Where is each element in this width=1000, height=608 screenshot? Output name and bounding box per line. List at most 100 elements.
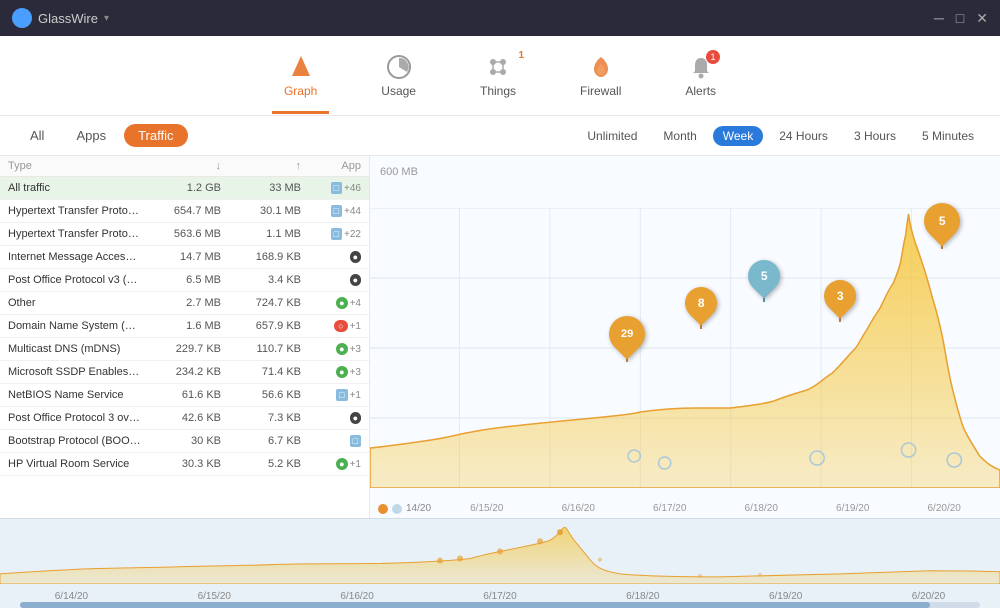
row-down: 14.7 MB bbox=[141, 251, 221, 263]
things-icon bbox=[485, 54, 511, 80]
row-app: □ +1 bbox=[301, 389, 361, 401]
row-up: 33 MB bbox=[221, 182, 301, 194]
table-row[interactable]: Hypertext Transfer Protocol over SSL/T..… bbox=[0, 200, 369, 223]
row-up: 1.1 MB bbox=[221, 228, 301, 240]
row-up: 30.1 MB bbox=[221, 205, 301, 217]
row-type: Microsoft SSDP Enables discovery of U... bbox=[8, 366, 141, 378]
nav-graph[interactable]: Graph bbox=[272, 46, 329, 106]
close-button[interactable]: ✕ bbox=[976, 10, 988, 27]
row-up: 110.7 KB bbox=[221, 343, 301, 355]
maximize-button[interactable]: □ bbox=[956, 10, 964, 27]
traffic-table: Type ↓ ↑ App All traffic 1.2 GB 33 MB □ … bbox=[0, 156, 370, 518]
row-up: 56.6 KB bbox=[221, 389, 301, 401]
row-down: 42.6 KB bbox=[141, 412, 221, 424]
nav-things[interactable]: 1 Things bbox=[468, 46, 528, 106]
row-type: HP Virtual Room Service bbox=[8, 458, 141, 470]
table-row[interactable]: Other 2.7 MB 724.7 KB ● +4 bbox=[0, 292, 369, 315]
row-type: All traffic bbox=[8, 182, 141, 194]
nav-alerts[interactable]: 1 Alerts bbox=[673, 46, 728, 106]
row-type: Hypertext Transfer Protocol over SSL/T..… bbox=[8, 205, 141, 217]
row-app: ● +4 bbox=[301, 297, 361, 309]
mini-date: 6/17/20 bbox=[483, 591, 516, 602]
nav-firewall-label: Firewall bbox=[580, 84, 621, 98]
table-row[interactable]: Post Office Protocol v3 (POP3) 6.5 MB 3.… bbox=[0, 269, 369, 292]
col-down: ↓ bbox=[141, 160, 221, 172]
filter-left: All Apps Traffic bbox=[16, 124, 577, 147]
filterbar: All Apps Traffic Unlimited Month Week 24… bbox=[0, 116, 1000, 156]
marker-3: 3 bbox=[824, 280, 856, 322]
chart-area: 600 MB bbox=[370, 156, 1000, 518]
table-row[interactable]: Internet Message Access Protocol over ..… bbox=[0, 246, 369, 269]
mini-chart-bars bbox=[0, 523, 1000, 584]
nav-graph-label: Graph bbox=[284, 84, 317, 98]
table-row[interactable]: NetBIOS Name Service 61.6 KB 56.6 KB □ +… bbox=[0, 384, 369, 407]
row-app: □ +46 bbox=[301, 182, 361, 194]
table-row[interactable]: Multicast DNS (mDNS) 229.7 KB 110.7 KB ●… bbox=[0, 338, 369, 361]
nav-firewall[interactable]: Firewall bbox=[568, 46, 633, 106]
app-logo bbox=[12, 8, 32, 28]
row-down: 654.7 MB bbox=[141, 205, 221, 217]
row-app: ● +3 bbox=[301, 366, 361, 378]
chart-date-label: 6/15/20 bbox=[470, 503, 503, 514]
table-row[interactable]: Domain Name System (DNS) 1.6 MB 657.9 KB… bbox=[0, 315, 369, 338]
filter-traffic[interactable]: Traffic bbox=[124, 124, 187, 147]
row-up: 7.3 KB bbox=[221, 412, 301, 424]
table-row[interactable]: Microsoft SSDP Enables discovery of U...… bbox=[0, 361, 369, 384]
scrollbar-thumb[interactable] bbox=[20, 602, 930, 608]
table-row[interactable]: All traffic 1.2 GB 33 MB □ +46 bbox=[0, 177, 369, 200]
row-down: 30 KB bbox=[141, 435, 221, 447]
graph-icon bbox=[288, 54, 314, 80]
table-row[interactable]: Hypertext Transfer Protocol (HTTP) 563.6… bbox=[0, 223, 369, 246]
table-row[interactable]: Post Office Protocol 3 over TLS/SSL (P..… bbox=[0, 407, 369, 430]
time-unlimited[interactable]: Unlimited bbox=[577, 126, 647, 146]
row-down: 229.7 KB bbox=[141, 343, 221, 355]
row-down: 30.3 KB bbox=[141, 458, 221, 470]
table-row[interactable]: Bootstrap Protocol (BOOTP) 30 KB 6.7 KB … bbox=[0, 430, 369, 453]
time-week[interactable]: Week bbox=[713, 126, 763, 146]
chart-date-label: 6/17/20 bbox=[653, 503, 686, 514]
row-up: 657.9 KB bbox=[221, 320, 301, 332]
titlebar-chevron-icon[interactable]: ▾ bbox=[104, 13, 109, 24]
col-type: Type bbox=[8, 160, 141, 172]
row-type: Internet Message Access Protocol over ..… bbox=[8, 251, 141, 263]
window-controls: ─ □ ✕ bbox=[934, 10, 988, 27]
row-up: 168.9 KB bbox=[221, 251, 301, 263]
row-type: Post Office Protocol 3 over TLS/SSL (P..… bbox=[8, 412, 141, 424]
filter-apps[interactable]: Apps bbox=[62, 124, 120, 147]
chart-dates: 14/20 6/15/20 6/16/20 6/17/20 6/18/20 6/… bbox=[370, 503, 1000, 514]
row-app: □ +22 bbox=[301, 228, 361, 240]
navbar: Graph Usage 1 Things Firewall bbox=[0, 36, 1000, 116]
row-type: Bootstrap Protocol (BOOTP) bbox=[8, 435, 141, 447]
row-down: 1.6 MB bbox=[141, 320, 221, 332]
alerts-badge: 1 bbox=[706, 50, 720, 64]
row-up: 724.7 KB bbox=[221, 297, 301, 309]
time-month[interactable]: Month bbox=[653, 126, 706, 146]
table-row[interactable]: HP Virtual Room Service 30.3 KB 5.2 KB ●… bbox=[0, 453, 369, 476]
nav-usage-label: Usage bbox=[381, 84, 416, 98]
row-app: □ +44 bbox=[301, 205, 361, 217]
row-up: 6.7 KB bbox=[221, 435, 301, 447]
time-24h[interactable]: 24 Hours bbox=[769, 126, 838, 146]
firewall-icon bbox=[588, 54, 614, 80]
filter-all[interactable]: All bbox=[16, 124, 58, 147]
row-type: Multicast DNS (mDNS) bbox=[8, 343, 141, 355]
marker-5a: 5 bbox=[748, 260, 780, 302]
scrollbar-track[interactable] bbox=[20, 602, 980, 608]
time-3h[interactable]: 3 Hours bbox=[844, 126, 906, 146]
nav-usage[interactable]: Usage bbox=[369, 46, 428, 106]
table-header: Type ↓ ↑ App bbox=[0, 156, 369, 177]
mini-chart: 6/14/20 6/15/20 6/16/20 6/17/20 6/18/20 … bbox=[0, 518, 1000, 608]
legend-date: 14/20 bbox=[406, 503, 431, 514]
row-app: ● bbox=[301, 274, 361, 286]
row-down: 2.7 MB bbox=[141, 297, 221, 309]
mini-chart-dates: 6/14/20 6/15/20 6/16/20 6/17/20 6/18/20 … bbox=[0, 591, 1000, 602]
row-app: ○ +1 bbox=[301, 320, 361, 332]
mini-date: 6/19/20 bbox=[769, 591, 802, 602]
row-app: ● bbox=[301, 412, 361, 424]
marker-8: 8 bbox=[685, 287, 717, 329]
time-5min[interactable]: 5 Minutes bbox=[912, 126, 984, 146]
row-up: 5.2 KB bbox=[221, 458, 301, 470]
row-down: 563.6 MB bbox=[141, 228, 221, 240]
minimize-button[interactable]: ─ bbox=[934, 10, 944, 27]
row-type: Other bbox=[8, 297, 141, 309]
